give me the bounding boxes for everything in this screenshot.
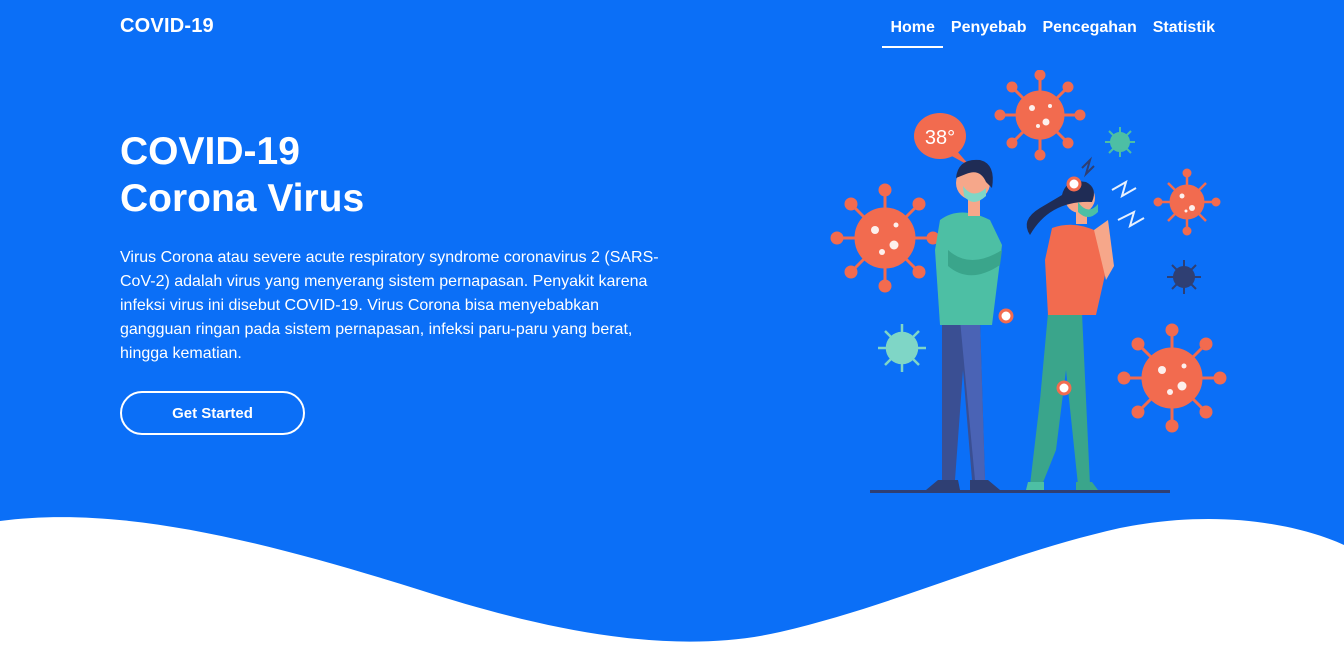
covid-illustration: 38° bbox=[830, 70, 1227, 493]
get-started-button[interactable]: Get Started bbox=[120, 391, 305, 435]
hero-description: Virus Corona atau severe acute respirato… bbox=[120, 249, 659, 362]
hero-title-line1: COVID-19 bbox=[120, 130, 300, 173]
navbar: COVID-19 Home Penyebab Pencegahan Statis… bbox=[0, 0, 1344, 56]
hero-title: COVID-19 Corona Virus bbox=[120, 128, 364, 222]
virus-icon bbox=[878, 127, 1201, 372]
brand-logo[interactable]: COVID-19 bbox=[120, 15, 214, 38]
nav-item-pencegahan[interactable]: Pencegahan bbox=[1034, 17, 1144, 47]
virus-icon bbox=[830, 70, 1227, 433]
fever-bubble: 38° bbox=[914, 113, 970, 166]
nav-menu: Home Penyebab Pencegahan Statistik bbox=[882, 17, 1223, 48]
nav-item-home[interactable]: Home bbox=[882, 17, 944, 48]
nav-item-statistik[interactable]: Statistik bbox=[1145, 17, 1223, 47]
hero-section: COVID-19 Home Penyebab Pencegahan Statis… bbox=[0, 0, 1344, 657]
svg-text:38°: 38° bbox=[925, 127, 955, 149]
woman-figure bbox=[1026, 181, 1114, 490]
nav-item-penyebab[interactable]: Penyebab bbox=[943, 17, 1035, 47]
man-figure bbox=[926, 159, 1002, 490]
hero-title-line2: Corona Virus bbox=[120, 177, 365, 220]
